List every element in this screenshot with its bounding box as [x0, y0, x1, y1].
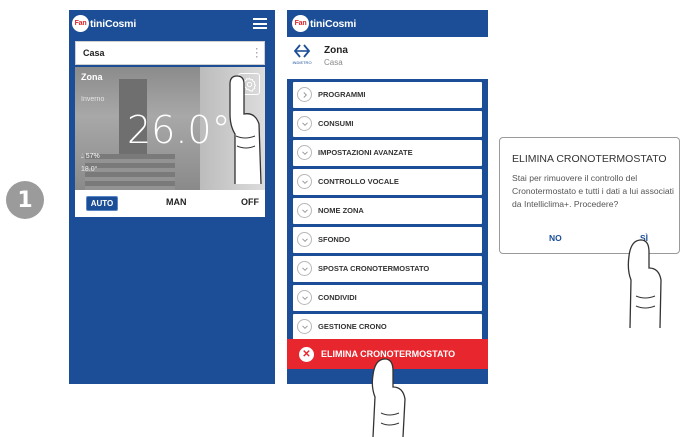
zone-title: Zona — [324, 45, 348, 56]
chevron-down-icon — [297, 174, 312, 190]
menu-icon[interactable] — [253, 18, 267, 29]
setpoint-reading: 18.0° — [81, 166, 98, 173]
pointing-hand-icon — [627, 239, 662, 328]
menu-item[interactable]: CONTROLLO VOCALE — [293, 169, 482, 195]
logo-mark: Fan — [72, 15, 89, 32]
menu-item-label: IMPOSTAZIONI AVANZATE — [318, 148, 413, 158]
logo-text: tiniCosmi — [310, 17, 357, 30]
temperature-reading: 26.0° — [127, 108, 231, 152]
back-button[interactable]: INDIETRO — [291, 43, 313, 73]
zone-header: INDIETRO Zona Casa — [287, 37, 488, 79]
menu-item[interactable]: CONDIVIDI — [293, 285, 482, 311]
kebab-icon[interactable]: · · · — [255, 45, 259, 62]
dialog-message: Stai per rimuovere il controllo del Cron… — [512, 173, 674, 209]
mode-selector: AUTO MAN OFF — [75, 190, 265, 217]
menu-item[interactable]: PROGRAMMI — [293, 82, 482, 108]
logo-text: tiniCosmi — [90, 17, 137, 30]
menu-item-label: PROGRAMMI — [318, 90, 366, 100]
dialog-no-button[interactable]: NO — [549, 233, 562, 243]
chevron-down-icon — [297, 290, 312, 306]
chevron-down-icon — [297, 319, 312, 335]
step-number-badge: 1 — [6, 181, 44, 219]
back-arrow-icon — [293, 44, 311, 58]
menu-item[interactable]: SFONDO — [293, 227, 482, 253]
logo-mark: Fan — [292, 15, 309, 32]
brand-logo: Fan tiniCosmi — [292, 15, 356, 32]
chevron-down-icon — [297, 232, 312, 248]
pointing-hand-icon — [371, 358, 406, 437]
chevron-down-icon — [297, 145, 312, 161]
zone-options-list: PROGRAMMI CONSUMI IMPOSTAZIONI AVANZATE CON… — [293, 82, 482, 343]
back-label: INDIETRO — [292, 60, 312, 65]
menu-item[interactable]: NOME ZONA — [293, 198, 482, 224]
mode-auto-button[interactable]: AUTO — [86, 196, 118, 211]
chevron-down-icon — [297, 116, 312, 132]
menu-item[interactable]: GESTIONE CRONO — [293, 314, 482, 340]
location-name: Casa — [83, 48, 105, 58]
menu-item-label: GESTIONE CRONO — [318, 322, 387, 332]
menu-item[interactable]: SPOSTA CRONOTERMOSTATO — [293, 256, 482, 282]
humidity-value: 57% — [85, 153, 100, 160]
menu-item-label: SPOSTA CRONOTERMOSTATO — [318, 264, 430, 274]
mode-man-button[interactable]: MAN — [166, 197, 187, 207]
zone-subtitle: Casa — [324, 58, 343, 67]
menu-item[interactable]: CONSUMI — [293, 111, 482, 137]
menu-item-label: CONDIVIDI — [318, 293, 357, 303]
menu-item-label: CONSUMI — [318, 119, 354, 129]
chevron-right-icon — [297, 87, 312, 103]
menu-item-label: SFONDO — [318, 235, 351, 245]
chevron-down-icon — [297, 261, 312, 277]
season-mode: Inverno — [81, 96, 105, 103]
mode-off-button[interactable]: OFF — [241, 197, 259, 207]
dialog-title: ELIMINA CRONOTERMOSTATO — [512, 153, 667, 165]
menu-item-label: CONTROLLO VOCALE — [318, 177, 399, 187]
brand-logo: Fan tiniCosmi — [72, 15, 136, 32]
app-header: Fan tiniCosmi — [69, 10, 275, 37]
humidity-reading: 💧︎ 57% — [81, 153, 100, 161]
close-icon: ✕ — [299, 346, 314, 362]
menu-item[interactable]: IMPOSTAZIONI AVANZATE — [293, 140, 482, 166]
phone-screen-zone-menu: Fan tiniCosmi INDIETRO Zona Casa PROGRAM… — [287, 10, 488, 384]
location-selector[interactable]: Casa · · · — [75, 41, 265, 65]
chevron-down-icon — [297, 203, 312, 219]
menu-item-label: NOME ZONA — [318, 206, 364, 216]
pointing-hand-icon — [229, 75, 262, 184]
humidity-drop-icon: 💧︎ — [81, 153, 84, 160]
phone-screen-home: Fan tiniCosmi Casa · · · Zona Inverno 26.0… — [69, 10, 275, 384]
zone-name: Zona — [81, 72, 103, 82]
